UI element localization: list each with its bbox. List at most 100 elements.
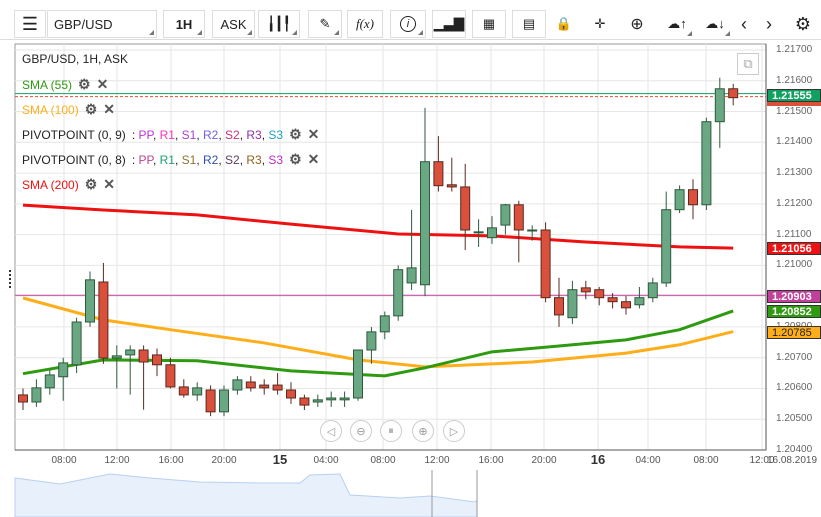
candle-body <box>701 121 712 206</box>
cloud-upload-icon: ☁↑ <box>667 16 687 31</box>
draw-button[interactable]: ✎ <box>308 10 342 38</box>
gear-icon[interactable]: ⚙ <box>78 76 91 93</box>
y-tick-label: 1.21300 <box>776 167 813 179</box>
candle-body <box>594 289 605 299</box>
info-button[interactable]: i <box>390 10 426 38</box>
x-tick-label: 04:00 <box>635 455 661 466</box>
zoom-out-button[interactable]: ⊖ <box>350 420 372 442</box>
upload-button[interactable]: ☁↑ <box>660 10 694 38</box>
pivot-level-r1: R1 <box>159 127 175 142</box>
sma55-tag: 1.20852 <box>767 305 821 318</box>
x-tick-label: 15 <box>272 452 288 467</box>
scroll-right-button[interactable]: › <box>758 10 780 38</box>
x-tick-label: 12:00 <box>424 455 450 466</box>
y-tick-label: 1.21700 <box>776 44 813 55</box>
pivot-level-s1: S1 <box>181 127 197 142</box>
candle-body <box>567 289 578 319</box>
zoom-button[interactable]: ⊕ <box>620 10 654 38</box>
candle-body <box>674 189 685 211</box>
settings-button[interactable]: ⚙ <box>790 10 816 38</box>
gear-icon[interactable]: ⚙ <box>85 176 98 193</box>
gear-icon[interactable]: ⚙ <box>85 101 98 118</box>
close-icon[interactable]: ✕ <box>97 76 109 93</box>
scroll-back-button[interactable]: ◁ <box>320 420 342 442</box>
close-icon[interactable]: ✕ <box>308 126 320 143</box>
candle-body <box>205 389 216 413</box>
candle-body <box>31 387 42 403</box>
x-tick-label: 20:00 <box>531 455 557 466</box>
timeframe-select[interactable]: 1H <box>163 10 205 38</box>
price-chart[interactable] <box>0 0 821 517</box>
candle-body <box>111 355 122 359</box>
side-select[interactable]: ASK <box>212 10 255 38</box>
download-button[interactable]: ☁↓ <box>698 10 732 38</box>
candle-body <box>446 184 457 188</box>
candle-body <box>513 204 524 231</box>
candle-body <box>366 331 377 351</box>
menu-button[interactable]: ☰ <box>14 10 46 38</box>
bar-chart-icon: ▁▃▇ <box>434 16 464 31</box>
legend-sma200: SMA (200) ⚙ ✕ <box>22 176 115 193</box>
y-tick-label: 1.20700 <box>776 351 813 363</box>
legend-sma55: SMA (55) ⚙ ✕ <box>22 76 109 93</box>
calendar-icon: ▦ <box>482 16 496 31</box>
calendar-button[interactable]: ▦ <box>472 10 506 38</box>
x-tick-label: 16.08.2019 <box>766 455 818 466</box>
candle-body <box>621 301 631 309</box>
close-icon[interactable]: ✕ <box>103 176 115 193</box>
chart-type-button[interactable]: ╽┃╿ <box>258 10 300 38</box>
x-tick-label: 16:00 <box>158 455 184 466</box>
candle-body <box>339 397 350 401</box>
y-tick-label: 1.20400 <box>776 444 813 455</box>
candle-body <box>473 231 484 234</box>
pivot-level-s2: S2 <box>225 152 240 167</box>
scroll-forward-button[interactable]: ▷ <box>443 420 465 442</box>
function-icon: f(x) <box>355 16 375 31</box>
scroll-left-button[interactable]: ‹ <box>733 10 755 38</box>
candle-body <box>259 384 270 389</box>
candle-body <box>728 88 739 99</box>
gear-icon[interactable]: ⚙ <box>289 126 302 143</box>
triangle-left-icon: ◁ <box>326 425 336 438</box>
gear-icon[interactable]: ⚙ <box>289 151 302 168</box>
reset-icon: ⏸ <box>388 424 394 437</box>
pivot-level-pp: PP <box>138 152 153 167</box>
y-tick-label: 1.21200 <box>776 197 813 209</box>
pivot9-levels: : PP, R1, S1, R2, S2, R3, S3 <box>131 127 284 142</box>
candle-body <box>178 386 189 396</box>
candle-body <box>85 279 95 323</box>
y-tick-label: 1.21600 <box>776 74 813 86</box>
indicators-button[interactable]: f(x) <box>347 10 383 38</box>
document-icon: ▤ <box>522 16 536 31</box>
candle-body <box>607 297 618 303</box>
crosshair-button[interactable]: ✛ <box>585 10 615 38</box>
legend-pivot8: PIVOTPOINT (0, 8): PP, R1, S1, R2, S2, R… <box>22 151 320 168</box>
y-tick-label: 1.20600 <box>776 382 813 394</box>
candle-body <box>661 209 672 284</box>
pen-icon: ✎ <box>319 16 331 31</box>
zoom-icon: ⊕ <box>630 16 644 33</box>
toolbar: ☰ GBP/USD 1H ASK ╽┃╿ ✎ f(x) i ▁▃▇ ▦ ▤ 🔒 … <box>0 0 821 40</box>
news-button[interactable]: ▤ <box>512 10 546 38</box>
candle-body <box>500 204 511 226</box>
close-icon[interactable]: ✕ <box>308 151 320 168</box>
candle-body <box>286 389 296 399</box>
candle-body <box>58 362 69 378</box>
volume-button[interactable]: ▁▃▇ <box>432 10 466 38</box>
candle-body <box>580 287 591 293</box>
candle-body <box>245 381 256 389</box>
candle-body <box>647 282 658 299</box>
lock-button[interactable]: 🔒 <box>550 10 578 38</box>
candle-body <box>165 364 176 388</box>
price-tag: 1.21555 <box>767 89 821 102</box>
reset-button[interactable]: ⏸ <box>380 420 402 442</box>
close-icon[interactable]: ✕ <box>103 101 115 118</box>
x-tick-label: 16 <box>590 452 606 467</box>
candle-body <box>379 315 390 333</box>
x-tick-label: 08:00 <box>693 455 719 466</box>
symbol-select[interactable]: GBP/USD <box>47 10 157 38</box>
zoom-in-button[interactable]: ⊕ <box>412 420 434 442</box>
popout-button[interactable]: ⧉ <box>737 53 759 75</box>
y-tick-label: 1.20500 <box>776 413 813 425</box>
legend-sma100: SMA (100) ⚙ ✕ <box>22 101 115 118</box>
